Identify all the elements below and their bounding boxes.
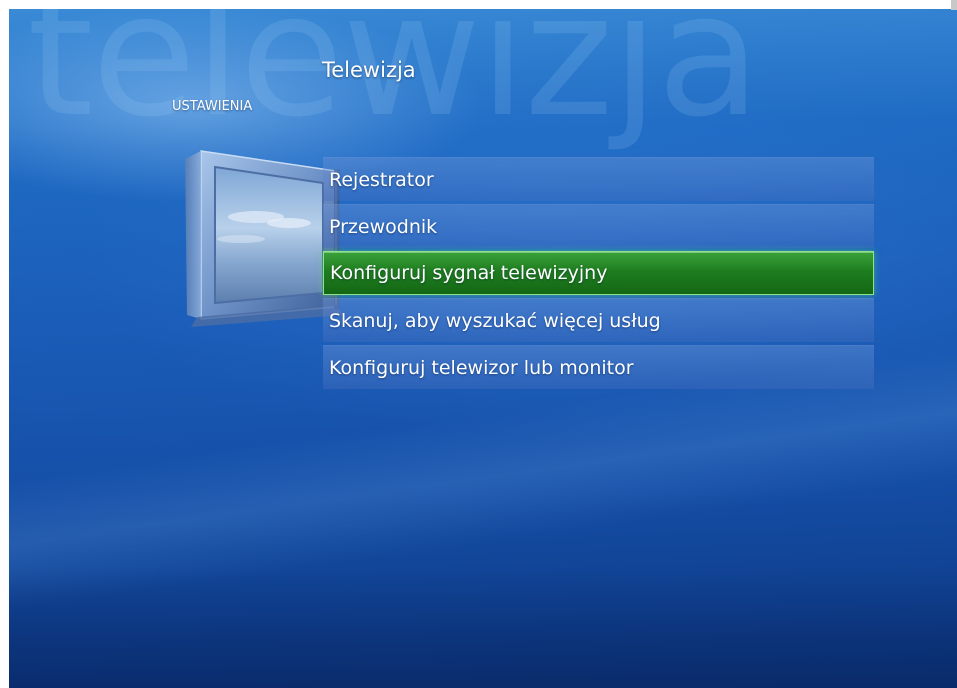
menu-item-configure-tv-signal[interactable]: Konfiguruj sygnał telewizyjny	[323, 251, 874, 295]
menu-item-scan-services[interactable]: Skanuj, aby wyszukać więcej usług	[323, 298, 874, 342]
menu-item-rejestrator[interactable]: Rejestrator	[323, 157, 874, 201]
media-center-screen: telewizja Telewizja USTAWIENIA Rejestrat…	[9, 9, 957, 688]
menu-item-configure-display[interactable]: Konfiguruj telewizor lub monitor	[323, 345, 874, 389]
page-title: Telewizja	[322, 58, 416, 82]
window-corner	[951, 0, 957, 10]
section-label: USTAWIENIA	[172, 99, 253, 114]
menu-item-przewodnik[interactable]: Przewodnik	[323, 204, 874, 248]
menu-list: Rejestrator Przewodnik Konfiguruj sygnał…	[323, 157, 874, 392]
